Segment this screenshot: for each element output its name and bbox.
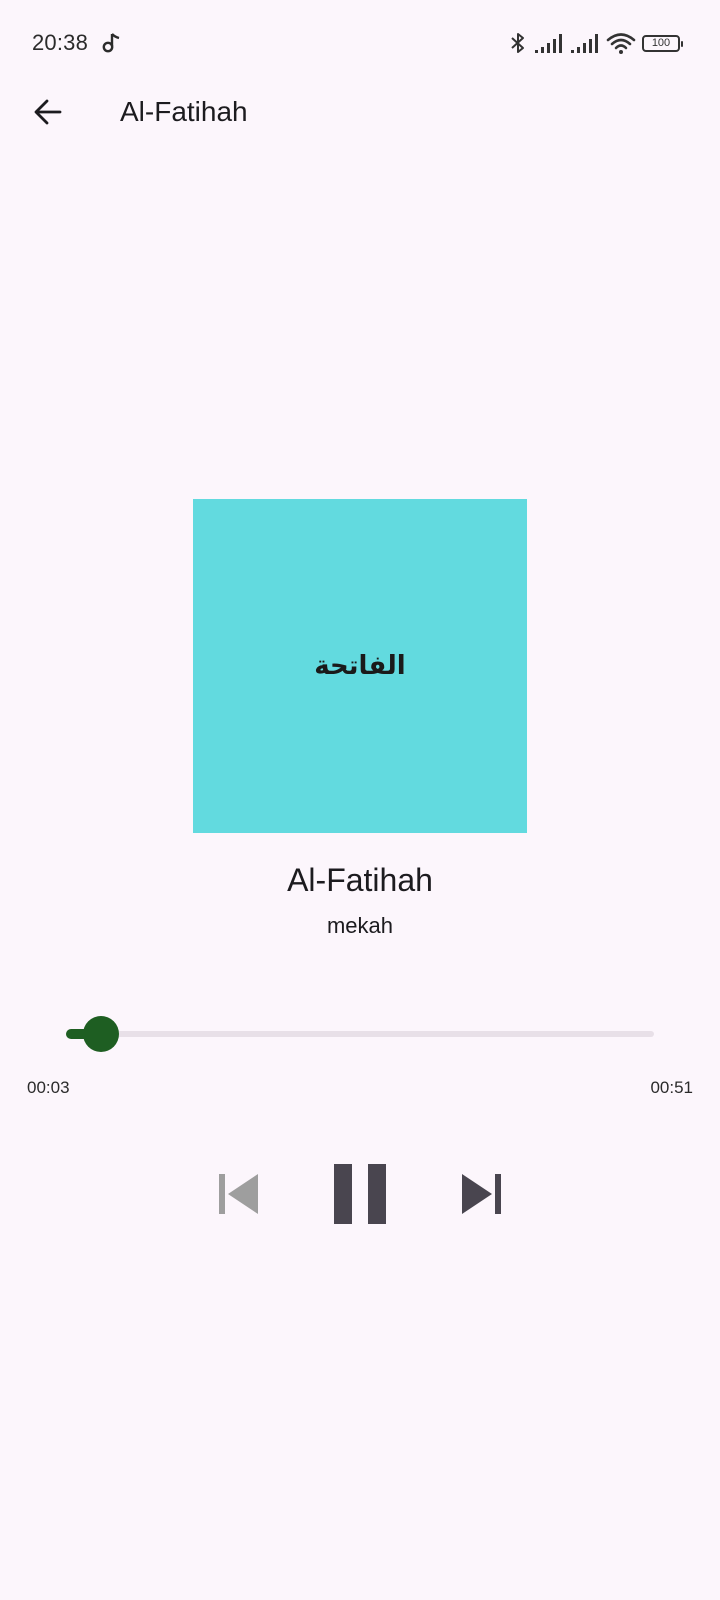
signal-icon [535,34,562,53]
music-note-icon [102,33,120,53]
previous-button[interactable] [212,1168,264,1220]
status-bar: 20:38 100 [0,0,720,88]
next-button[interactable] [456,1168,508,1220]
back-button[interactable] [22,86,74,138]
slider-track [66,1031,654,1037]
bluetooth-icon [511,33,524,53]
slider-thumb[interactable] [83,1016,120,1052]
player-screen: 20:38 100 Al-Fatihah الفاتحة Al-Fatihah … [0,0,720,1600]
skip-previous-icon [219,1174,258,1214]
skip-next-icon [462,1174,501,1214]
status-time: 20:38 [32,30,89,55]
album-cover: الفاتحة [193,499,527,833]
track-title: Al-Fatihah [287,862,433,898]
status-icons: 100 [508,30,683,56]
signal-icon [571,34,598,53]
battery-icon: 100 [642,34,683,52]
track-artist: mekah [326,913,394,938]
cover-title: الفاتحة [314,651,406,681]
pause-button[interactable] [326,1158,394,1230]
page-title: Al-Fatihah [120,96,248,127]
arrow-back-icon [34,99,62,125]
total-time: 00:51 [650,1078,693,1097]
wifi-icon [606,33,636,54]
app-bar: Al-Fatihah [0,78,720,146]
current-time: 00:03 [27,1078,70,1097]
progress-slider[interactable] [66,1016,654,1052]
pause-icon [334,1164,386,1224]
